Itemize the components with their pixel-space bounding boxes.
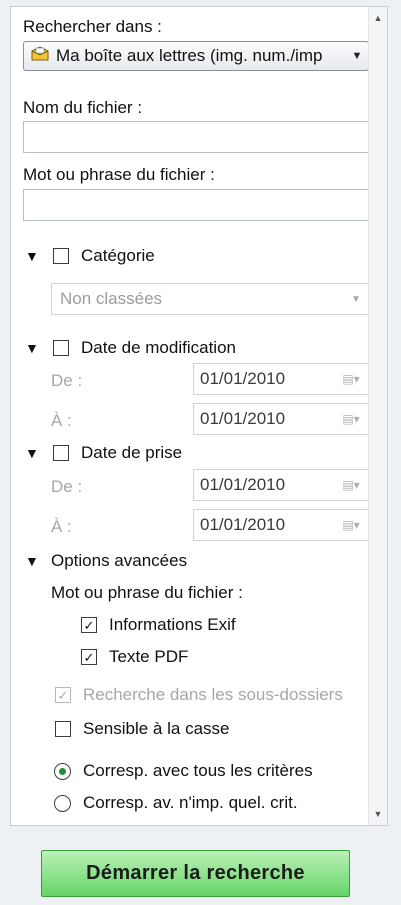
calendar-icon[interactable]: ▤▾ [334,412,368,426]
vertical-scrollbar[interactable]: ▲ ▼ [368,7,387,825]
match-any-label: Corresp. av. n'imp. quel. crit. [83,793,298,812]
chevron-down-icon: ▼ [351,293,361,305]
search-panel-content: Rechercher dans : Ma boîte aux lettres (… [11,7,369,825]
modified-to-date[interactable]: 01/01/2010 ▤▾ [193,403,369,435]
modified-to-value: 01/01/2010 [200,409,286,428]
shot-date-expand-icon[interactable]: ▼ [25,445,39,461]
radio-selected-dot [59,768,66,775]
subfolders-checkbox: ✓ [55,687,71,703]
shot-from-date[interactable]: 01/01/2010 ▤▾ [193,469,369,501]
shot-to-value: 01/01/2010 [200,515,286,534]
calendar-icon[interactable]: ▤▾ [334,518,368,532]
category-checkbox[interactable] [53,248,69,264]
modified-from-value: 01/01/2010 [200,369,286,388]
modified-from-date[interactable]: 01/01/2010 ▤▾ [193,363,369,395]
file-name-input[interactable] [23,121,369,153]
category-label: Catégorie [81,246,155,265]
search-in-value: Ma boîte aux lettres (img. num./imp [56,46,323,65]
shot-to-date[interactable]: 01/01/2010 ▤▾ [193,509,369,541]
pdf-label: Texte PDF [109,647,189,666]
file-phrase-label: Mot ou phrase du fichier : [23,165,215,184]
match-any-radio[interactable] [54,795,71,812]
shot-from-value: 01/01/2010 [200,475,286,494]
calendar-icon[interactable]: ▤▾ [334,372,368,386]
shot-to-label: À : [51,517,72,536]
modified-date-checkbox[interactable] [53,340,69,356]
chevron-down-icon: ▼ [351,50,363,62]
search-panel: Rechercher dans : Ma boîte aux lettres (… [10,6,388,826]
scroll-down-icon[interactable]: ▼ [369,805,387,823]
match-all-label: Corresp. avec tous les critères [83,761,313,780]
shot-date-label: Date de prise [81,443,183,462]
shot-from-label: De : [51,477,83,496]
advanced-label: Options avancées [51,551,188,570]
exif-label: Informations Exif [109,615,236,634]
file-phrase-input[interactable] [23,189,369,221]
modified-to-label: À : [51,411,72,430]
scroll-up-icon[interactable]: ▲ [369,9,387,27]
case-sensitive-label: Sensible à la casse [83,719,230,738]
start-search-button[interactable]: Démarrer la recherche [41,850,350,897]
advanced-phrase-label: Mot ou phrase du fichier : [51,583,243,602]
category-dropdown[interactable]: Non classées ▼ [51,283,369,315]
shot-date-checkbox[interactable] [53,445,69,461]
modified-date-expand-icon[interactable]: ▼ [25,340,39,356]
modified-from-label: De : [51,371,83,390]
case-sensitive-checkbox[interactable] [55,721,71,737]
calendar-icon[interactable]: ▤▾ [334,478,368,492]
modified-date-label: Date de modification [81,338,236,357]
advanced-expand-icon[interactable]: ▼ [25,553,39,569]
pdf-checkbox[interactable]: ✓ [81,649,97,665]
mailbox-icon [30,45,52,68]
file-name-label: Nom du fichier : [23,98,143,117]
search-in-dropdown[interactable]: Ma boîte aux lettres (img. num./imp ▼ [23,41,369,71]
category-expand-icon[interactable]: ▼ [25,248,39,264]
subfolders-label: Recherche dans les sous-dossiers [83,685,343,704]
exif-checkbox[interactable]: ✓ [81,617,97,633]
search-in-label: Rechercher dans : [23,17,162,36]
match-all-radio[interactable] [54,763,71,780]
category-value: Non classées [60,289,163,308]
